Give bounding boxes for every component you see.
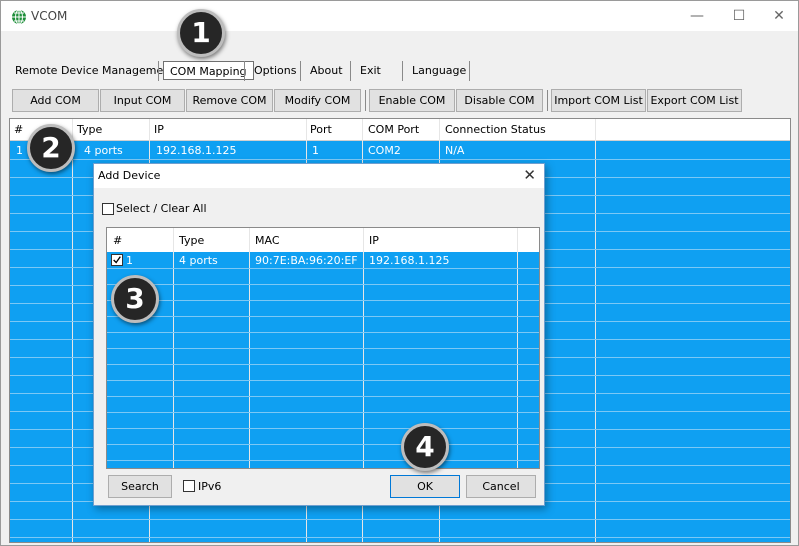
- grid-line: [107, 364, 539, 365]
- grid-line: [10, 537, 790, 538]
- row-number: 1: [16, 144, 23, 157]
- grid-line: [107, 284, 539, 285]
- export-com-list-button[interactable]: Export COM List: [647, 89, 742, 112]
- column-header-number[interactable]: #: [14, 123, 23, 136]
- grid-line: [107, 348, 539, 349]
- device-column-mac[interactable]: MAC: [255, 234, 280, 247]
- dialog-title-bar: Add Device ✕: [94, 164, 544, 188]
- cancel-button[interactable]: Cancel: [466, 475, 536, 498]
- close-window-button[interactable]: ✕: [761, 5, 797, 27]
- device-row-type: 4 ports: [179, 254, 218, 267]
- ipv6-checkbox[interactable]: [183, 480, 195, 492]
- menu-separator: [300, 61, 301, 81]
- column-header-com-port[interactable]: COM Port: [368, 123, 419, 136]
- grid-line: [107, 412, 539, 413]
- device-row-checkbox[interactable]: [111, 254, 123, 266]
- grid-line: [107, 268, 539, 269]
- column-header-ip[interactable]: IP: [154, 123, 164, 136]
- grid-line: [107, 380, 539, 381]
- dialog-title: Add Device: [98, 169, 161, 182]
- grid-line: [107, 460, 539, 461]
- import-com-list-button[interactable]: Import COM List: [551, 89, 646, 112]
- window-title: VCOM: [31, 9, 68, 23]
- device-list-table[interactable]: # Type MAC IP 1 4 ports 90:7E:BA:96:20:E…: [106, 227, 540, 469]
- row-ip: 192.168.1.125: [156, 144, 237, 157]
- callout-badge-1: 1: [177, 9, 225, 57]
- menu-separator: [402, 61, 403, 81]
- device-column-ip[interactable]: IP: [369, 234, 379, 247]
- grid-line: [107, 396, 539, 397]
- grid-line: [107, 300, 539, 301]
- select-all-label[interactable]: Select / Clear All: [116, 202, 207, 215]
- device-row[interactable]: 1 4 ports 90:7E:BA:96:20:EF 192.168.1.12…: [107, 252, 539, 268]
- grid-line: [10, 159, 790, 160]
- menu-separator: [244, 61, 245, 81]
- callout-badge-3: 3: [111, 275, 159, 323]
- toolbar-separator: [365, 90, 366, 111]
- add-device-dialog: Add Device ✕ Select / Clear All # Type M…: [93, 163, 545, 506]
- row-port: 1: [312, 144, 319, 157]
- table-row[interactable]: 1 4 ports 192.168.1.125 1 COM2 N/A: [10, 141, 790, 159]
- device-column-number[interactable]: #: [113, 234, 122, 247]
- grid-line: [72, 119, 73, 542]
- input-com-button[interactable]: Input COM: [100, 89, 185, 112]
- device-table-header: # Type MAC IP: [107, 228, 539, 252]
- device-row-number: 1: [126, 254, 133, 267]
- column-header-port[interactable]: Port: [310, 123, 332, 136]
- enable-com-button[interactable]: Enable COM: [369, 89, 455, 112]
- grid-line: [107, 332, 539, 333]
- row-com-port: COM2: [368, 144, 401, 157]
- device-column-type[interactable]: Type: [179, 234, 204, 247]
- grid-line: [10, 519, 790, 520]
- callout-badge-2: 2: [27, 124, 75, 172]
- menu-about[interactable]: About: [304, 59, 349, 82]
- device-row-mac: 90:7E:BA:96:20:EF: [255, 254, 358, 267]
- row-type: 4 ports: [84, 144, 123, 157]
- ok-button[interactable]: OK: [390, 475, 460, 498]
- menu-separator: [158, 61, 159, 81]
- table-header: # Type IP Port COM Port Connection Statu…: [10, 119, 790, 141]
- dialog-close-button[interactable]: ✕: [523, 166, 536, 184]
- grid-line: [107, 444, 539, 445]
- menu-com-mapping[interactable]: COM Mapping: [163, 61, 254, 80]
- callout-badge-4: 4: [401, 423, 449, 471]
- menu-options[interactable]: Options: [248, 59, 302, 82]
- menu-separator: [469, 61, 470, 81]
- menu-language[interactable]: Language: [406, 59, 472, 82]
- grid-line: [107, 428, 539, 429]
- globe-icon: [12, 9, 26, 25]
- device-row-ip: 192.168.1.125: [369, 254, 450, 267]
- disable-com-button[interactable]: Disable COM: [456, 89, 543, 112]
- menu-separator: [350, 61, 351, 81]
- grid-line: [595, 119, 596, 542]
- app-window: VCOM — ☐ ✕ Remote Device Management COM …: [0, 0, 799, 546]
- column-header-type[interactable]: Type: [77, 123, 102, 136]
- add-com-button[interactable]: Add COM: [12, 89, 99, 112]
- title-bar: VCOM — ☐ ✕: [1, 1, 798, 31]
- checkmark-icon: [113, 256, 121, 264]
- toolbar-separator: [547, 90, 548, 111]
- row-connection-status: N/A: [445, 144, 465, 157]
- minimize-button[interactable]: —: [679, 5, 715, 27]
- maximize-button[interactable]: ☐: [721, 5, 757, 27]
- ipv6-label[interactable]: IPv6: [198, 480, 221, 493]
- menu-remote-device-management[interactable]: Remote Device Management: [9, 59, 181, 82]
- menu-exit[interactable]: Exit: [354, 59, 387, 82]
- search-button[interactable]: Search: [108, 475, 172, 498]
- column-header-connection-status[interactable]: Connection Status: [445, 123, 546, 136]
- remove-com-button[interactable]: Remove COM: [186, 89, 273, 112]
- select-all-checkbox[interactable]: [102, 203, 114, 215]
- modify-com-button[interactable]: Modify COM: [274, 89, 361, 112]
- grid-line: [107, 316, 539, 317]
